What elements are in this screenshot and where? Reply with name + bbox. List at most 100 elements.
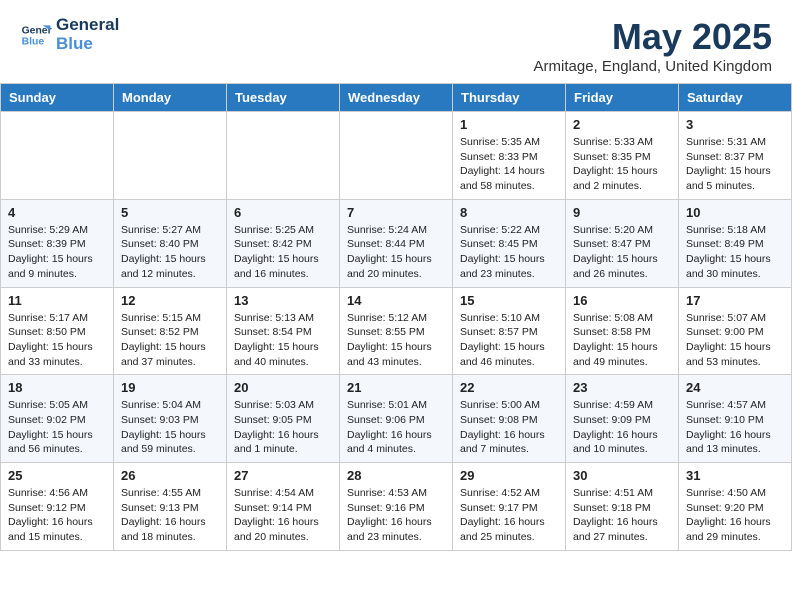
day-number: 18 <box>8 380 106 395</box>
day-info: Sunrise: 5:33 AM Sunset: 8:35 PM Dayligh… <box>573 135 671 194</box>
calendar-cell: 18 Sunrise: 5:05 AM Sunset: 9:02 PM Dayli… <box>1 375 114 463</box>
day-number: 31 <box>686 468 784 483</box>
day-info: Sunrise: 5:12 AM Sunset: 8:55 PM Dayligh… <box>347 311 445 370</box>
day-info: Sunrise: 5:01 AM Sunset: 9:06 PM Dayligh… <box>347 398 445 457</box>
calendar-cell: 11 Sunrise: 5:17 AM Sunset: 8:50 PM Dayli… <box>1 287 114 375</box>
month-title: May 2025 <box>534 16 772 58</box>
day-number: 8 <box>460 205 558 220</box>
day-number: 15 <box>460 293 558 308</box>
day-number: 10 <box>686 205 784 220</box>
day-number: 1 <box>460 117 558 132</box>
weekday-header-monday: Monday <box>114 84 227 112</box>
calendar-cell: 23 Sunrise: 4:59 AM Sunset: 9:09 PM Dayli… <box>566 375 679 463</box>
day-number: 22 <box>460 380 558 395</box>
day-info: Sunrise: 5:05 AM Sunset: 9:02 PM Dayligh… <box>8 398 106 457</box>
day-info: Sunrise: 5:07 AM Sunset: 9:00 PM Dayligh… <box>686 311 784 370</box>
calendar-cell: 9Sunrise: 5:20 AM Sunset: 8:47 PM Daylig… <box>566 199 679 287</box>
day-info: Sunrise: 5:04 AM Sunset: 9:03 PM Dayligh… <box>121 398 219 457</box>
weekday-header-friday: Friday <box>566 84 679 112</box>
day-info: Sunrise: 5:27 AM Sunset: 8:40 PM Dayligh… <box>121 223 219 282</box>
day-info: Sunrise: 5:18 AM Sunset: 8:49 PM Dayligh… <box>686 223 784 282</box>
calendar-cell: 26Sunrise: 4:55 AM Sunset: 9:13 PM Dayli… <box>114 463 227 551</box>
day-number: 26 <box>121 468 219 483</box>
weekday-header-wednesday: Wednesday <box>340 84 453 112</box>
weekday-header-sunday: Sunday <box>1 84 114 112</box>
day-number: 30 <box>573 468 671 483</box>
day-info: Sunrise: 4:54 AM Sunset: 9:14 PM Dayligh… <box>234 486 332 545</box>
day-number: 7 <box>347 205 445 220</box>
day-info: Sunrise: 4:56 AM Sunset: 9:12 PM Dayligh… <box>8 486 106 545</box>
day-info: Sunrise: 5:17 AM Sunset: 8:50 PM Dayligh… <box>8 311 106 370</box>
page-header: General Blue General Blue May 2025 Armit… <box>0 0 792 83</box>
day-number: 13 <box>234 293 332 308</box>
day-info: Sunrise: 5:22 AM Sunset: 8:45 PM Dayligh… <box>460 223 558 282</box>
calendar-cell: 8 Sunrise: 5:22 AM Sunset: 8:45 PM Daylig… <box>453 199 566 287</box>
calendar-cell: 14 Sunrise: 5:12 AM Sunset: 8:55 PM Dayli… <box>340 287 453 375</box>
logo: General Blue General Blue <box>20 16 119 53</box>
day-number: 16 <box>573 293 671 308</box>
day-number: 25 <box>8 468 106 483</box>
calendar-cell <box>340 112 453 200</box>
day-info: Sunrise: 5:35 AM Sunset: 8:33 PM Dayligh… <box>460 135 558 194</box>
day-number: 3 <box>686 117 784 132</box>
day-number: 12 <box>121 293 219 308</box>
day-info: Sunrise: 5:13 AM Sunset: 8:54 PM Dayligh… <box>234 311 332 370</box>
calendar-cell: 27 Sunrise: 4:54 AM Sunset: 9:14 PM Dayli… <box>227 463 340 551</box>
day-info: Sunrise: 5:24 AM Sunset: 8:44 PM Dayligh… <box>347 223 445 282</box>
day-info: Sunrise: 4:59 AM Sunset: 9:09 PM Dayligh… <box>573 398 671 457</box>
day-info: Sunrise: 5:31 AM Sunset: 8:37 PM Dayligh… <box>686 135 784 194</box>
calendar-cell: 29 Sunrise: 4:52 AM Sunset: 9:17 PM Dayli… <box>453 463 566 551</box>
calendar-table: SundayMondayTuesdayWednesdayThursdayFrid… <box>0 83 792 551</box>
calendar-cell: 3 Sunrise: 5:31 AM Sunset: 8:37 PM Daylig… <box>679 112 792 200</box>
calendar-cell <box>1 112 114 200</box>
day-number: 11 <box>8 293 106 308</box>
calendar-cell: 10 Sunrise: 5:18 AM Sunset: 8:49 PM Dayli… <box>679 199 792 287</box>
day-number: 4 <box>8 205 106 220</box>
svg-text:Blue: Blue <box>22 36 45 47</box>
weekday-header-thursday: Thursday <box>453 84 566 112</box>
day-number: 9 <box>573 205 671 220</box>
calendar-cell: 12 Sunrise: 5:15 AM Sunset: 8:52 PM Dayli… <box>114 287 227 375</box>
weekday-header-tuesday: Tuesday <box>227 84 340 112</box>
location: Armitage, England, United Kingdom <box>534 58 772 75</box>
day-number: 6 <box>234 205 332 220</box>
calendar-cell: 7 Sunrise: 5:24 AM Sunset: 8:44 PM Daylig… <box>340 199 453 287</box>
calendar-cell: 31 Sunrise: 4:50 AM Sunset: 9:20 PM Dayli… <box>679 463 792 551</box>
calendar-cell: 24 Sunrise: 4:57 AM Sunset: 9:10 PM Dayli… <box>679 375 792 463</box>
day-info: Sunrise: 4:52 AM Sunset: 9:17 PM Dayligh… <box>460 486 558 545</box>
calendar-cell: 28 Sunrise: 4:53 AM Sunset: 9:16 PM Dayli… <box>340 463 453 551</box>
calendar-cell: 30 Sunrise: 4:51 AM Sunset: 9:18 PM Dayli… <box>566 463 679 551</box>
day-number: 20 <box>234 380 332 395</box>
day-number: 24 <box>686 380 784 395</box>
calendar-cell <box>227 112 340 200</box>
weekday-header-saturday: Saturday <box>679 84 792 112</box>
day-info: Sunrise: 5:15 AM Sunset: 8:52 PM Dayligh… <box>121 311 219 370</box>
calendar-cell: 13 Sunrise: 5:13 AM Sunset: 8:54 PM Dayli… <box>227 287 340 375</box>
logo-line2: Blue <box>56 35 119 54</box>
logo-line1: General <box>56 16 119 35</box>
day-info: Sunrise: 4:53 AM Sunset: 9:16 PM Dayligh… <box>347 486 445 545</box>
day-info: Sunrise: 4:51 AM Sunset: 9:18 PM Dayligh… <box>573 486 671 545</box>
day-info: Sunrise: 5:08 AM Sunset: 8:58 PM Dayligh… <box>573 311 671 370</box>
calendar-cell: 22 Sunrise: 5:00 AM Sunset: 9:08 PM Dayli… <box>453 375 566 463</box>
day-number: 14 <box>347 293 445 308</box>
day-number: 23 <box>573 380 671 395</box>
calendar-cell: 17 Sunrise: 5:07 AM Sunset: 9:00 PM Dayli… <box>679 287 792 375</box>
day-info: Sunrise: 5:25 AM Sunset: 8:42 PM Dayligh… <box>234 223 332 282</box>
calendar-cell: 2Sunrise: 5:33 AM Sunset: 8:35 PM Daylig… <box>566 112 679 200</box>
day-number: 21 <box>347 380 445 395</box>
day-number: 27 <box>234 468 332 483</box>
calendar-cell: 4 Sunrise: 5:29 AM Sunset: 8:39 PM Daylig… <box>1 199 114 287</box>
logo-icon: General Blue <box>20 19 52 51</box>
calendar-cell: 19Sunrise: 5:04 AM Sunset: 9:03 PM Dayli… <box>114 375 227 463</box>
day-info: Sunrise: 4:57 AM Sunset: 9:10 PM Dayligh… <box>686 398 784 457</box>
calendar-cell: 25 Sunrise: 4:56 AM Sunset: 9:12 PM Dayli… <box>1 463 114 551</box>
calendar-cell <box>114 112 227 200</box>
title-block: May 2025 Armitage, England, United Kingd… <box>534 16 772 75</box>
day-number: 17 <box>686 293 784 308</box>
day-number: 28 <box>347 468 445 483</box>
day-info: Sunrise: 5:29 AM Sunset: 8:39 PM Dayligh… <box>8 223 106 282</box>
day-info: Sunrise: 5:00 AM Sunset: 9:08 PM Dayligh… <box>460 398 558 457</box>
day-number: 29 <box>460 468 558 483</box>
day-info: Sunrise: 4:50 AM Sunset: 9:20 PM Dayligh… <box>686 486 784 545</box>
